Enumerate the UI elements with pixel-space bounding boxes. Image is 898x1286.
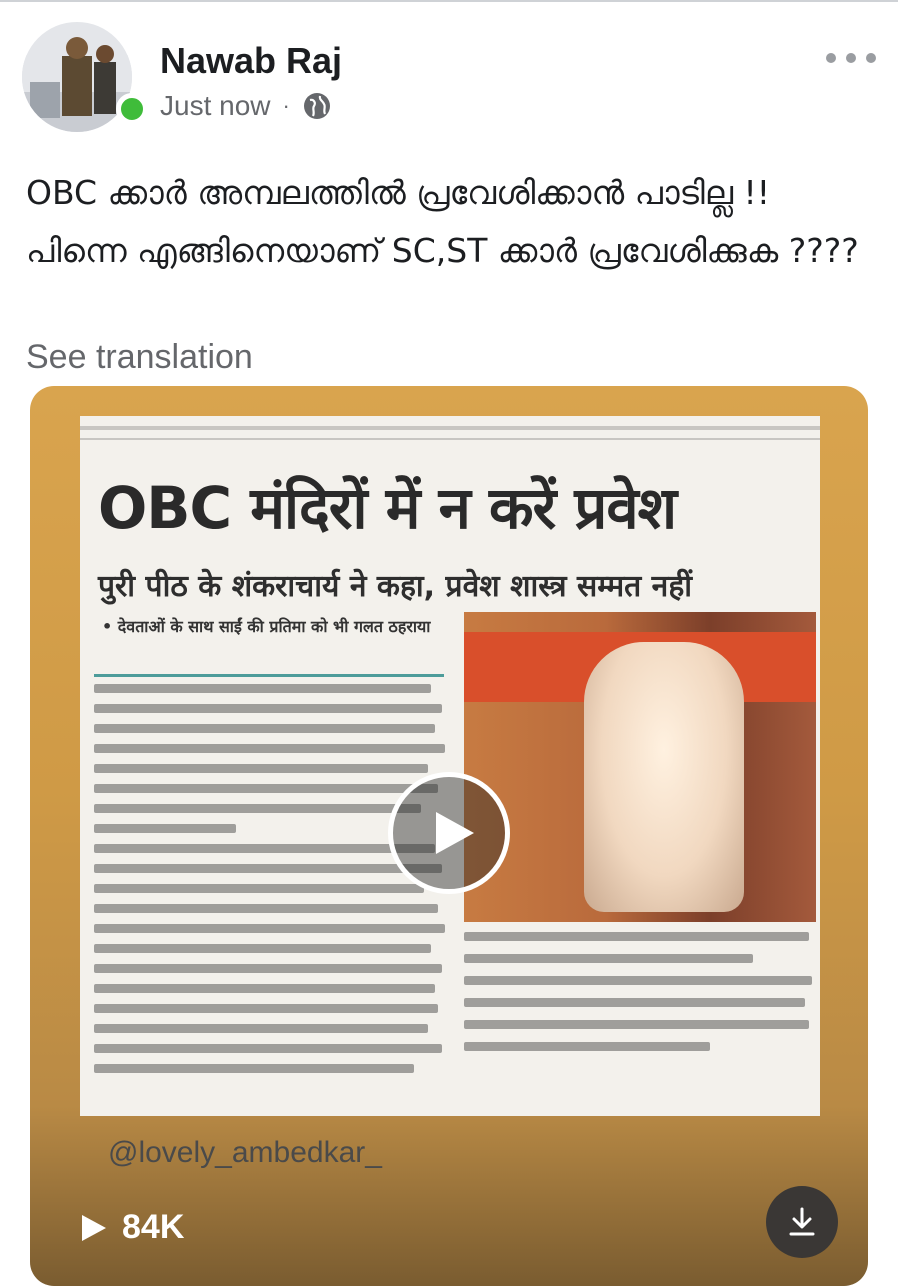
timestamp[interactable]: Just now: [160, 90, 271, 122]
subheadline: पुरी पीठ के शंकराचार्य ने कहा, प्रवेश शा…: [98, 569, 693, 604]
headline: OBC मंदिरों में न करें प्रवेश: [98, 474, 677, 542]
post-text: OBC ക്കാർ അമ്പലത്തിൽ പ്രവേശിക്കാൻ പാടില്…: [26, 173, 859, 270]
column-divider: [94, 674, 444, 677]
view-count-value: 84K: [122, 1208, 185, 1246]
more-options-button[interactable]: [826, 46, 876, 70]
paper-rule: [80, 438, 820, 440]
play-icon: [436, 812, 474, 854]
post-meta: Just now ·: [160, 90, 332, 122]
paper-rule: [80, 426, 820, 430]
avatar-image: [22, 22, 132, 132]
view-count: 84K: [78, 1208, 184, 1247]
download-button[interactable]: [766, 1186, 838, 1258]
video-card[interactable]: OBC मंदिरों में न करें प्रवेश पुरी पीठ क…: [30, 386, 868, 1286]
photo-caption-and-text: [464, 932, 816, 1102]
more-dot: [826, 53, 836, 63]
globe-icon: [303, 93, 330, 119]
online-status-indicator: [116, 93, 148, 125]
author-name[interactable]: Nawab Raj: [160, 40, 342, 82]
top-divider: [0, 0, 898, 2]
download-icon: [789, 1207, 815, 1236]
newspaper-clipping: OBC मंदिरों में न करें प्रवेश पुरी पीठ क…: [80, 416, 820, 1116]
article-photo: [464, 612, 816, 922]
see-translation-link[interactable]: See translation: [26, 338, 253, 377]
play-count-icon: [82, 1214, 106, 1241]
photo-figure: [584, 642, 744, 912]
play-button[interactable]: [388, 772, 510, 894]
more-dot: [866, 53, 876, 63]
avatar[interactable]: [22, 22, 132, 132]
article-body: [94, 684, 449, 1104]
more-dot: [846, 53, 856, 63]
watermark: @lovely_ambedkar_: [108, 1136, 382, 1169]
meta-separator: ·: [282, 93, 290, 118]
bullet-text: • देवताओं के साथ साईं की प्रतिमा को भी ग…: [102, 617, 431, 636]
